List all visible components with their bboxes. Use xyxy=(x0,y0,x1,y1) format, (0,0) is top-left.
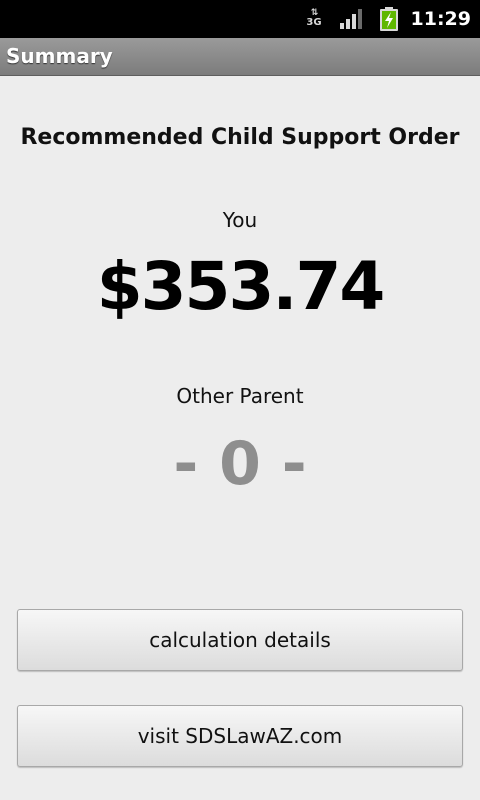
calculation-details-button[interactable]: calculation details xyxy=(17,609,463,671)
summary-heading: Recommended Child Support Order xyxy=(20,125,460,150)
signal-strength-icon xyxy=(340,9,362,29)
you-amount: $353.74 xyxy=(96,248,386,325)
other-parent-amount: - 0 - xyxy=(173,429,307,499)
visit-website-button[interactable]: visit SDSLawAZ.com xyxy=(17,705,463,767)
you-label: You xyxy=(222,208,258,232)
other-parent-label: Other Parent xyxy=(176,384,304,408)
network-3g-icon: ⇅ 3G xyxy=(306,8,322,28)
clock: 11:29 xyxy=(410,8,471,30)
title-bar: Summary xyxy=(0,38,480,76)
battery-charging-icon xyxy=(380,7,398,31)
status-bar: ⇅ 3G 11:29 xyxy=(0,0,480,38)
page-title: Summary xyxy=(6,44,113,68)
